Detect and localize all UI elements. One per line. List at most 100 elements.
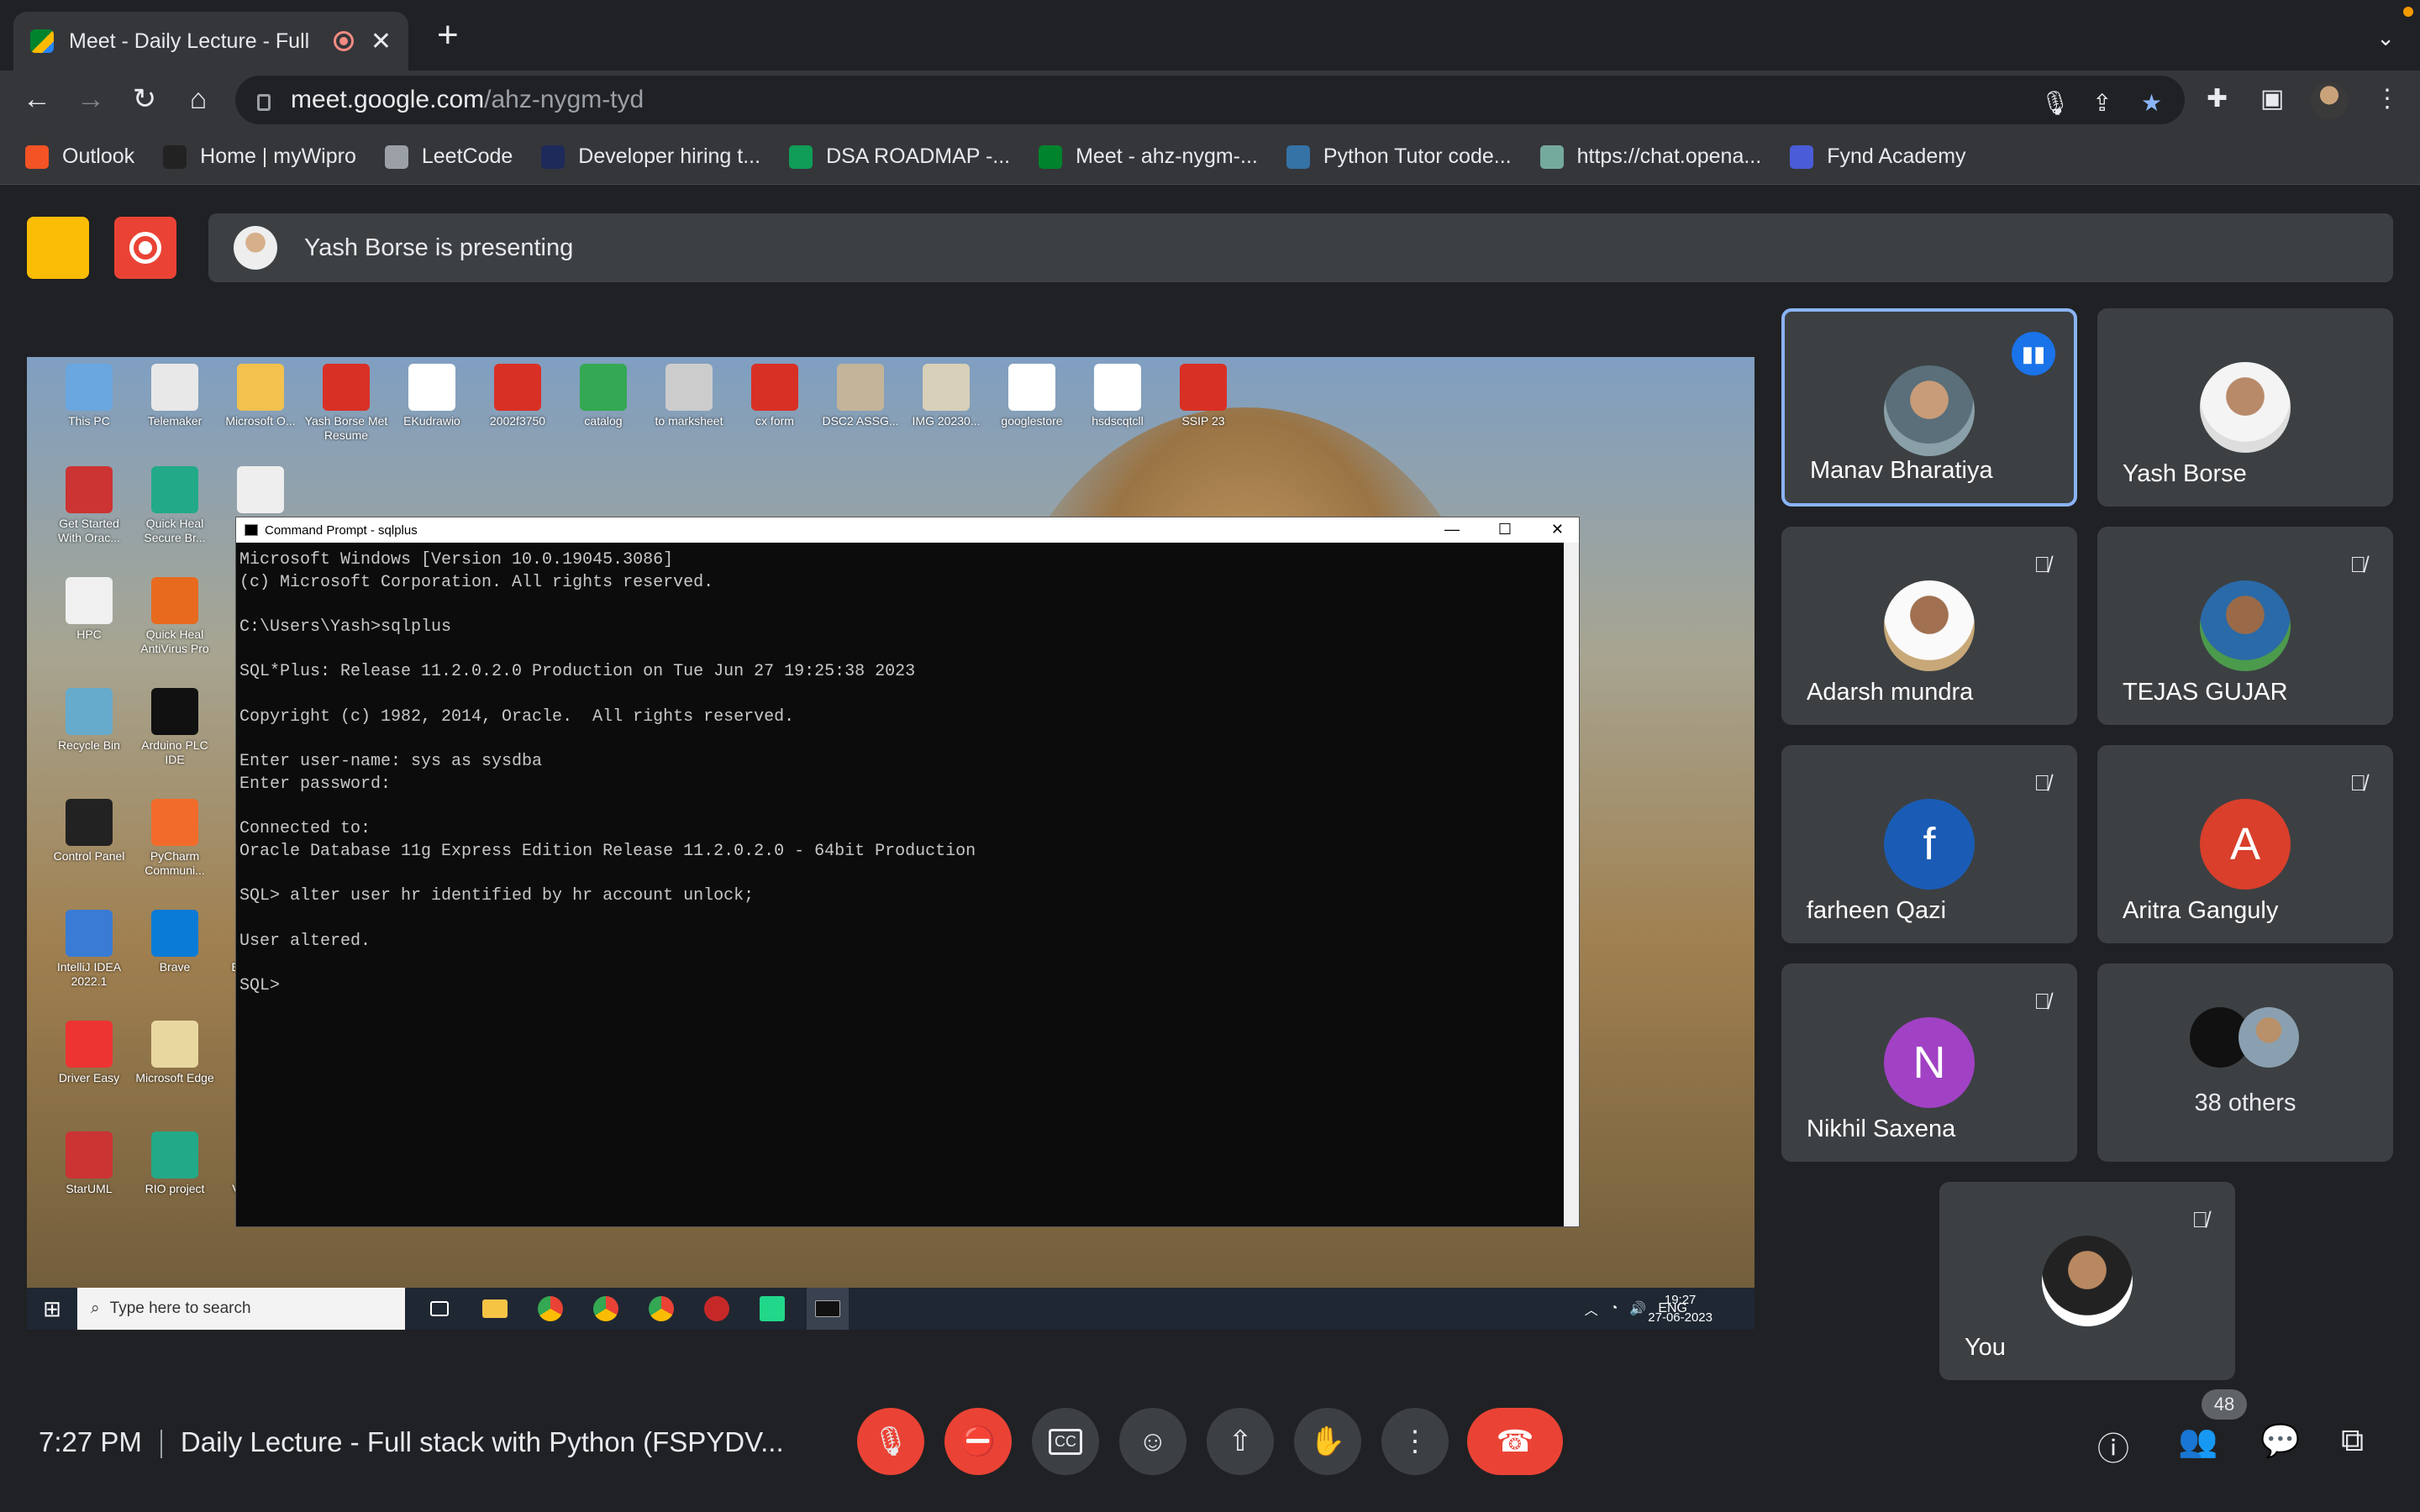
participant-count-badge: 48 xyxy=(2202,1389,2247,1420)
tab-title: Meet - Daily Lecture - Full xyxy=(69,29,310,53)
reload-icon[interactable]: ↻ xyxy=(128,82,161,116)
minimize-icon: — xyxy=(1444,521,1460,538)
tab-search-chevron-icon[interactable]: ⌄ xyxy=(2376,25,2395,51)
share-icon[interactable]: ⇪ xyxy=(2092,89,2112,117)
bookmark-label: Meet - ahz-nygm-... xyxy=(1076,144,1258,168)
desktop-app-icon xyxy=(151,799,198,846)
participant-tile[interactable]: f 🎙̸ farheen Qazi xyxy=(1781,745,2077,943)
participant-tile[interactable]: Yash Borse xyxy=(2097,308,2393,507)
bookmark-item[interactable]: Meet - ahz-nygm-... xyxy=(1039,144,1258,169)
bookmark-star-icon[interactable]: ★ xyxy=(2141,89,2162,117)
bookmark-item[interactable]: DSA ROADMAP -... xyxy=(789,144,1010,169)
home-icon[interactable]: ⌂ xyxy=(182,82,215,116)
desktop-icon-label: hsdscqtcll xyxy=(1092,414,1144,428)
lock-icon xyxy=(257,94,271,111)
desktop-icon-label: HPC xyxy=(76,627,102,641)
cmd-line: Microsoft Windows [Version 10.0.19045.30… xyxy=(239,550,674,570)
meet-control-bar: 7:27 PM Daily Lecture - Full stack with P… xyxy=(0,1378,2420,1512)
bookmark-favicon-icon xyxy=(1286,144,1310,169)
recording-button[interactable] xyxy=(114,217,176,279)
participant-tile[interactable]: 🎙̸ TEJAS GUJAR xyxy=(2097,527,2393,725)
desktop-app-icon xyxy=(923,364,970,411)
participant-tile[interactable]: N 🎙̸ Nikhil Saxena xyxy=(1781,963,2077,1162)
desktop-icon-label: This PC xyxy=(68,414,110,428)
participant-name: Nikhil Saxena xyxy=(1807,1116,1956,1142)
chat-icon[interactable]: 💬 xyxy=(2260,1423,2300,1460)
forward-arrow-icon[interactable]: → xyxy=(74,82,108,116)
participant-name: Manav Bharatiya xyxy=(1810,457,1993,484)
address-bar[interactable]: meet.google.com/ahz-nygm-tyd 🎙 ⇪ ★ xyxy=(235,76,2185,124)
cmd-line xyxy=(239,796,1576,819)
activities-icon[interactable]: ⧉ xyxy=(2341,1423,2364,1459)
desktop-icon: Recycle Bin xyxy=(47,688,131,753)
cmd-line xyxy=(239,864,1576,886)
others-tile[interactable]: 38 others xyxy=(2097,963,2393,1162)
microphone-icon[interactable]: 🎙 xyxy=(2040,89,2070,117)
bookmark-favicon-icon xyxy=(789,144,813,169)
cmd-titlebar: Command Prompt - sqlplus — ☐ ✕ xyxy=(236,517,1579,543)
people-icon[interactable]: 👥 xyxy=(2178,1423,2217,1460)
desktop-app-icon xyxy=(151,688,198,735)
participant-tile[interactable]: A 🎙̸ Aritra Ganguly xyxy=(2097,745,2393,943)
camera-toggle-button[interactable]: ⛔ xyxy=(944,1408,1012,1475)
desktop-app-icon xyxy=(1008,364,1055,411)
present-button[interactable]: ⇧ xyxy=(1207,1408,1274,1475)
meeting-details-info-icon[interactable]: ⓘ xyxy=(2097,1423,2129,1469)
bookmark-item[interactable]: Python Tutor code... xyxy=(1286,144,1512,169)
close-tab-icon[interactable]: ✕ xyxy=(371,27,392,56)
bookmark-item[interactable]: Outlook xyxy=(25,144,134,169)
back-arrow-icon[interactable]: ← xyxy=(20,82,54,116)
participant-name: Adarsh mundra xyxy=(1807,679,1974,706)
leave-call-button[interactable]: ☎ xyxy=(1467,1408,1563,1475)
cmd-window-icon xyxy=(245,524,258,536)
others-count-label: 38 others xyxy=(2194,1089,2296,1116)
chrome-taskbar-icon-3 xyxy=(640,1288,682,1330)
extensions-puzzle-icon[interactable]: ✚ xyxy=(2207,84,2228,113)
presenting-stop-icon[interactable] xyxy=(27,217,89,279)
reactions-button[interactable]: ☺ xyxy=(1119,1408,1186,1475)
bookmark-favicon-icon xyxy=(163,144,187,169)
self-tile[interactable]: 🎙̸ You xyxy=(1939,1182,2235,1380)
bookmark-label: Fynd Academy xyxy=(1827,144,1966,168)
bookmark-item[interactable]: Home | myWipro xyxy=(163,144,356,169)
mic-toggle-button[interactable]: 🎙 xyxy=(857,1408,924,1475)
desktop-icon-label: SSIP 23 xyxy=(1181,414,1225,428)
desktop-icon-label: to marksheet xyxy=(655,414,723,428)
cmd-title: Command Prompt - sqlplus xyxy=(265,522,418,538)
captions-button[interactable]: CC xyxy=(1032,1408,1099,1475)
tray-clock: 19:27 27-06-2023 xyxy=(1648,1291,1712,1326)
bookmark-item[interactable]: Developer hiring t... xyxy=(541,144,760,169)
desktop-icon-label: catalog xyxy=(584,414,623,428)
desktop-app-icon xyxy=(1094,364,1141,411)
desktop-app-icon xyxy=(66,688,113,735)
more-options-button[interactable]: ⋮ xyxy=(1381,1408,1449,1475)
desktop-icon-label: Driver Easy xyxy=(58,1071,120,1084)
network-icon: ◔ xyxy=(1609,1301,1618,1315)
new-tab-button[interactable]: + xyxy=(437,17,459,54)
browser-tab-meet[interactable]: Meet - Daily Lecture - Full ✕ xyxy=(13,12,408,71)
desktop-icon: Driver Easy xyxy=(47,1021,131,1085)
bookmark-item[interactable]: https://chat.opena... xyxy=(1539,144,1761,169)
bookmark-label: Outlook xyxy=(62,144,135,168)
profile-avatar[interactable] xyxy=(2311,82,2348,119)
bookmark-item[interactable]: LeetCode xyxy=(384,144,513,169)
bookmark-item[interactable]: Fynd Academy xyxy=(1790,144,1966,169)
url-path: /ahz-nygm-tyd xyxy=(484,86,644,113)
participant-initial-avatar: N xyxy=(1884,1017,1975,1108)
desktop-icon-label: Quick Heal Secure Br... xyxy=(144,517,206,544)
desktop-icon: Brave xyxy=(133,910,217,974)
desktop-icon: Control Panel xyxy=(47,799,131,864)
mic-off-icon: 🎙̸ xyxy=(2191,1207,2209,1232)
more-vert-icon: ⋮ xyxy=(1401,1425,1429,1457)
self-avatar xyxy=(2042,1236,2133,1326)
participant-tile[interactable]: ▮▮ Manav Bharatiya xyxy=(1781,308,2077,507)
browser-menu-icon[interactable]: ⋮ xyxy=(2375,84,2400,113)
side-panel-icon[interactable]: ▣ xyxy=(2260,84,2284,113)
raise-hand-button[interactable]: ✋ xyxy=(1294,1408,1361,1475)
update-dot-icon xyxy=(2403,7,2413,17)
mic-off-icon: 🎙̸ xyxy=(2033,989,2051,1014)
volume-icon: 🔊 xyxy=(1629,1302,1647,1316)
search-icon: ⌕ xyxy=(91,1299,100,1317)
participant-tile[interactable]: 🎙̸ Adarsh mundra xyxy=(1781,527,2077,725)
cmd-line: SQL> xyxy=(239,976,281,996)
